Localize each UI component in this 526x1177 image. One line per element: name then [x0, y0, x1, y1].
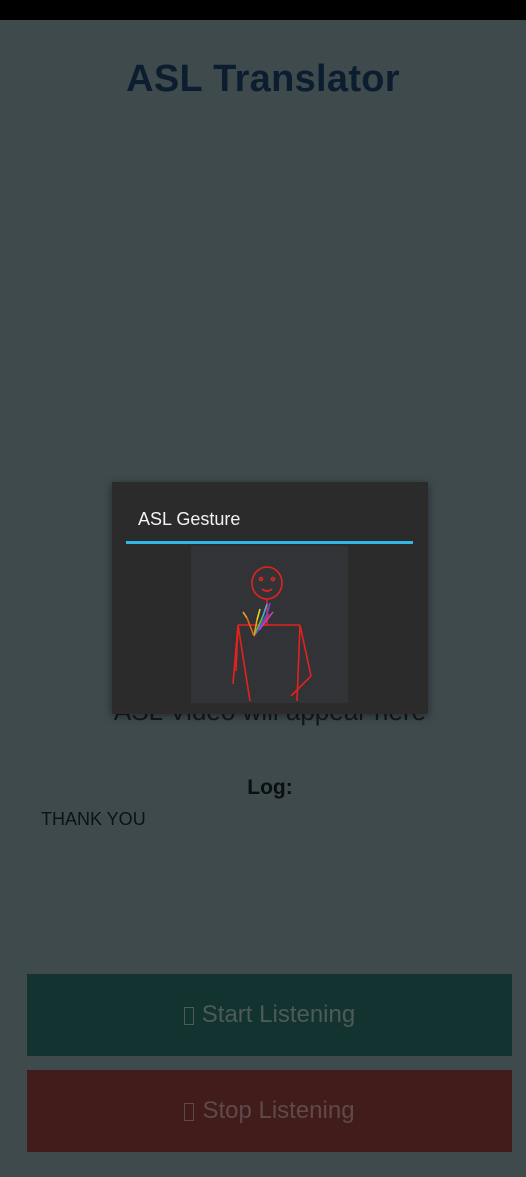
dialog-title: ASL Gesture: [138, 509, 241, 529]
stop-listening-label: Stop Listening: [202, 1097, 355, 1124]
microphone-icon: [183, 1007, 194, 1025]
start-listening-button[interactable]: Start Listening: [27, 974, 512, 1056]
log-text: THANK YOU: [41, 809, 146, 829]
pose-head: [251, 566, 283, 600]
page-title: ASL Translator: [126, 58, 400, 100]
stick-figure-pose-icon: [232, 566, 312, 702]
stop-listening-button[interactable]: Stop Listening: [27, 1070, 512, 1152]
pose-left-arm: [237, 624, 251, 702]
pose-hand-keypoints: [242, 602, 274, 637]
stop-icon: [184, 1103, 195, 1121]
status-bar: [0, 0, 526, 20]
asl-gesture-dialog[interactable]: ASL Gesture: [112, 482, 428, 714]
log-label: Log:: [247, 776, 293, 799]
dialog-title-divider: [126, 541, 413, 544]
asl-gesture-image: [191, 546, 348, 703]
pose-right-forearm: [290, 675, 312, 697]
pose-right-arm: [299, 624, 312, 677]
start-listening-label: Start Listening: [201, 1001, 356, 1028]
